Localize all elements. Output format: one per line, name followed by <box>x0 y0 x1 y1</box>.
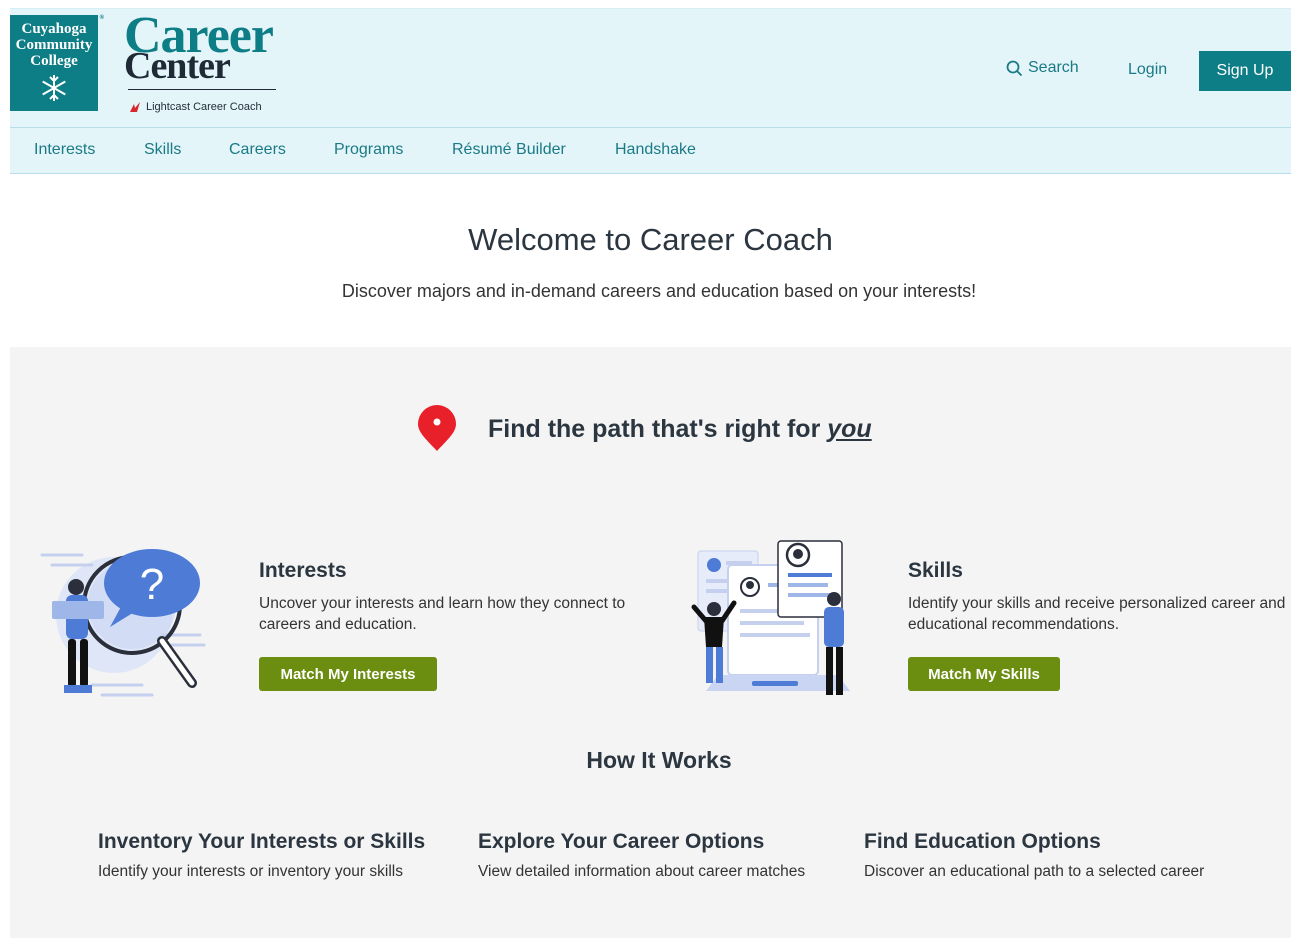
site-header: Cuyahoga Community College ® Career Cent… <box>10 8 1291 128</box>
match-my-skills-button[interactable]: Match My Skills <box>908 657 1060 691</box>
lightcast-flame-icon <box>130 102 140 112</box>
map-pin-icon <box>418 405 456 451</box>
welcome-title: Welcome to Career Coach <box>468 222 833 257</box>
page: Cuyahoga Community College ® Career Cent… <box>10 8 1291 938</box>
college-logo-line3: College <box>30 53 78 69</box>
sign-up-button[interactable]: Sign Up <box>1199 51 1291 91</box>
login-link[interactable]: Login <box>1128 61 1167 79</box>
cuyahoga-college-logo[interactable]: Cuyahoga Community College ® <box>10 15 104 111</box>
interests-card-title: Interests <box>259 559 347 582</box>
step-title-explore: Explore Your Career Options <box>478 830 765 853</box>
career-center-word2: Center <box>124 47 231 85</box>
resume-laptop-illustration <box>691 540 850 695</box>
career-center-logo[interactable]: Career Center Lightcast Career Coach <box>124 10 284 117</box>
step-title-inventory: Inventory Your Interests or Skills <box>98 830 426 853</box>
path-heading: Find the path that's right for you <box>416 405 872 453</box>
skills-card-description: Identify your skills and receive persona… <box>908 595 1286 633</box>
center-word: Center <box>124 45 231 87</box>
registered-mark: ® <box>99 15 104 21</box>
welcome-subtitle: Discover majors and in-demand careers an… <box>341 281 977 301</box>
lightcast-tagline: Lightcast Career Coach <box>128 101 262 113</box>
nav-item-handshake[interactable]: Handshake <box>615 141 696 159</box>
how-it-works-title: How It Works <box>586 747 732 773</box>
match-my-interests-button[interactable]: Match My Interests <box>259 657 437 691</box>
college-logo-line2: Community <box>15 37 93 53</box>
search-icon <box>1006 60 1023 76</box>
step-description-explore: View detailed information about career m… <box>478 863 806 880</box>
college-logo-line1: Cuyahoga <box>21 21 87 37</box>
skills-card-title: Skills <box>908 559 963 582</box>
interests-card-description: Uncover your interests and learn how the… <box>259 595 626 633</box>
path-title: Find the path that's right for you <box>488 415 872 444</box>
search-link[interactable]: Search <box>1006 59 1079 77</box>
nav-item-programs[interactable]: Programs <box>334 141 403 159</box>
snowflake-icon <box>42 75 66 101</box>
step-description-education: Discover an educational path to a select… <box>864 863 1205 880</box>
magnifier-question-illustration: ? <box>40 549 206 697</box>
nav-item-interests[interactable]: Interests <box>34 141 95 159</box>
nav-item-skills[interactable]: Skills <box>144 141 181 159</box>
main-nav: Interests Skills Careers Programs Résumé… <box>10 128 1291 174</box>
path-title-emphasis: you <box>827 414 872 443</box>
path-title-prefix: Find the path that's right for <box>488 414 828 443</box>
search-label: Search <box>1028 59 1079 76</box>
nav-item-resume-builder[interactable]: Résumé Builder <box>452 141 566 159</box>
step-description-inventory: Identify your interests or inventory you… <box>98 863 403 880</box>
nav-item-careers[interactable]: Careers <box>229 141 286 159</box>
logo-rule <box>128 89 276 90</box>
path-section: Find the path that's right for you ? Int… <box>10 347 1291 938</box>
step-title-education: Find Education Options <box>864 830 1101 853</box>
svg-text:?: ? <box>140 560 164 609</box>
lightcast-tagline-text: Lightcast Career Coach <box>146 101 262 113</box>
